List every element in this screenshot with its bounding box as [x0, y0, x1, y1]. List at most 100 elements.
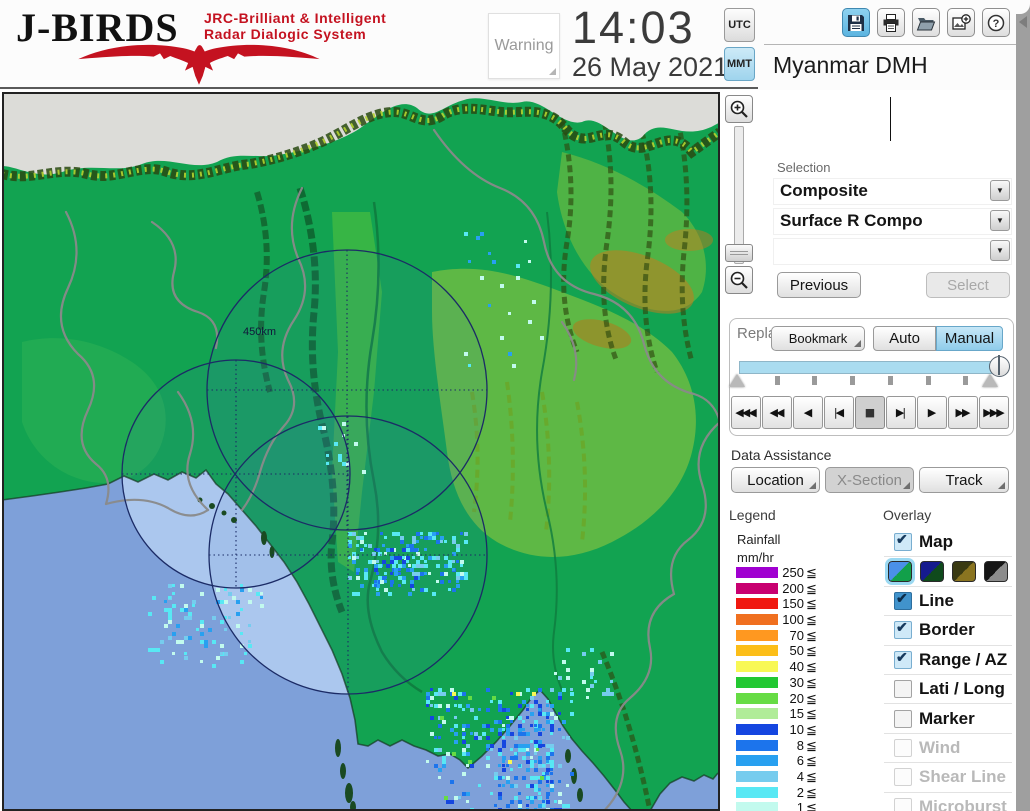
legend-value: 1: [796, 800, 804, 811]
zoom-slider-handle[interactable]: [725, 244, 753, 262]
overlay-row-wind: Wind: [884, 734, 1012, 764]
checkbox-shear-line: [894, 768, 912, 787]
step-forward-button[interactable]: ▶|: [886, 396, 916, 429]
track-corner-fold: [998, 482, 1005, 489]
overlay-list: ✔ Map ✔ Line ✔ Border ✔ Range / AZ Lati / Long Ma…: [884, 528, 1012, 811]
legend-lte-symbol: ≦: [806, 690, 817, 706]
map-style-swatch-2[interactable]: [920, 561, 944, 583]
bookmark-label: Bookmark: [788, 331, 848, 346]
checkbox-line[interactable]: ✔: [894, 590, 912, 610]
legend-row: 40 ≦: [736, 659, 817, 676]
play-reverse-button[interactable]: ◀: [793, 396, 823, 429]
save-button[interactable]: [842, 8, 870, 37]
product-dropdown-value: Surface R Compo: [780, 211, 923, 230]
legend-swatch: [736, 614, 778, 626]
checkbox-border[interactable]: ✔: [894, 619, 912, 640]
overlay-row-range-az: ✔ Range / AZ: [884, 646, 1012, 675]
eagle-logo-icon: [78, 44, 320, 85]
radar-map-canvas[interactable]: 450km: [0, 92, 723, 811]
overlay-row-lati-long: Lati / Long: [884, 675, 1012, 705]
open-folder-button[interactable]: [912, 8, 940, 37]
play-button[interactable]: ▶: [917, 396, 947, 429]
legend-lte-symbol: ≦: [806, 565, 817, 580]
location-corner-fold: [809, 482, 816, 489]
rewind-button[interactable]: ◀◀: [762, 396, 792, 429]
range-ring-label: 450km: [243, 326, 276, 338]
zoom-out-button[interactable]: [725, 266, 753, 294]
warning-button[interactable]: Warning: [488, 13, 560, 79]
checkbox-range-az[interactable]: ✔: [894, 649, 912, 669]
mmt-button[interactable]: MMT: [724, 47, 755, 81]
replay-slider-track[interactable]: [739, 361, 999, 374]
checkbox-map[interactable]: ✔: [894, 531, 912, 552]
select-button[interactable]: Select: [926, 272, 1010, 298]
map-style-swatch-3[interactable]: [952, 561, 976, 583]
legend-label: Legend: [729, 507, 776, 523]
bookmark-button[interactable]: Bookmark: [771, 326, 865, 351]
legend-lte-symbol: ≦: [806, 753, 817, 769]
map-style-swatch-1[interactable]: [885, 558, 915, 586]
help-icon: ?: [987, 14, 1005, 31]
legend-lte-symbol: ≦: [806, 580, 817, 596]
legend-row: 50 ≦: [736, 643, 817, 660]
x-section-corner-fold: [903, 482, 910, 489]
manual-button[interactable]: Manual: [936, 326, 1003, 351]
rewind-fast-button[interactable]: ◀◀◀: [731, 396, 761, 429]
collapse-panel-icon[interactable]: [1019, 16, 1027, 28]
save-icon: [848, 14, 864, 31]
slider-tick: [812, 376, 817, 385]
legend-swatch: [736, 645, 778, 657]
zoom-in-button[interactable]: [725, 95, 753, 123]
overlay-item-label: Shear Line: [919, 767, 1006, 787]
legend-row: 30 ≦: [736, 675, 817, 692]
slider-start-marker: [729, 374, 745, 387]
empty-dropdown[interactable]: ▼: [773, 238, 1012, 265]
clock-time: 14:03: [572, 2, 695, 53]
previous-button[interactable]: Previous: [777, 272, 861, 298]
add-image-button[interactable]: [947, 8, 975, 37]
print-button[interactable]: [877, 8, 905, 37]
location-label: Location: [747, 471, 804, 489]
chevron-down-icon[interactable]: ▼: [990, 210, 1010, 231]
chevron-down-icon[interactable]: ▼: [990, 240, 1010, 261]
slider-end-marker: [982, 374, 998, 387]
map-style-swatch-4[interactable]: [984, 561, 1008, 583]
overlay-row-line: ✔ Line: [884, 587, 1012, 617]
slider-tick: [888, 376, 893, 385]
composite-dropdown[interactable]: Composite ▼: [773, 178, 1012, 205]
overlay-row-border: ✔ Border: [884, 616, 1012, 646]
overlay-label: Overlay: [883, 507, 932, 523]
product-dropdown[interactable]: Surface R Compo ▼: [773, 208, 1012, 235]
legend-value: 8: [796, 737, 804, 753]
legend-row: 70 ≦: [736, 628, 817, 645]
step-back-button[interactable]: |◀: [824, 396, 854, 429]
legend-lte-symbol: ≦: [806, 643, 817, 659]
radar-map[interactable]: 450km: [0, 92, 723, 811]
legend-swatch: [736, 786, 778, 798]
legend-lte-symbol: ≦: [806, 737, 817, 753]
legend-lte-symbol: ≦: [806, 721, 817, 737]
legend-value: 40: [789, 659, 804, 675]
panel-edge-strip[interactable]: [1016, 0, 1030, 811]
clock-date: 26 May 2021: [572, 52, 729, 82]
help-button[interactable]: ?: [982, 8, 1010, 37]
track-button[interactable]: Track: [919, 467, 1009, 493]
legend-unit: Rainfall mm/hr: [737, 531, 780, 567]
stop-button[interactable]: ■: [855, 396, 885, 429]
overlay-item-label: Wind: [919, 737, 961, 757]
location-button[interactable]: Location: [731, 467, 820, 493]
slider-tick: [926, 376, 931, 385]
utc-button[interactable]: UTC: [724, 8, 755, 42]
checkbox-lati-long[interactable]: [894, 680, 912, 699]
overlay-item-label: Map: [919, 532, 953, 552]
fast-forward-button[interactable]: ▶▶: [948, 396, 978, 429]
fast-forward-max-button[interactable]: ▶▶▶: [979, 396, 1009, 429]
chevron-down-icon[interactable]: ▼: [990, 180, 1010, 201]
slider-tick: [850, 376, 855, 385]
text-caret: [890, 97, 891, 141]
auto-button[interactable]: Auto: [873, 326, 936, 351]
legend-lte-symbol: ≦: [806, 800, 817, 811]
message-display[interactable]: [773, 93, 1010, 143]
x-section-button[interactable]: X-Section: [825, 467, 914, 493]
checkbox-marker[interactable]: [894, 709, 912, 728]
